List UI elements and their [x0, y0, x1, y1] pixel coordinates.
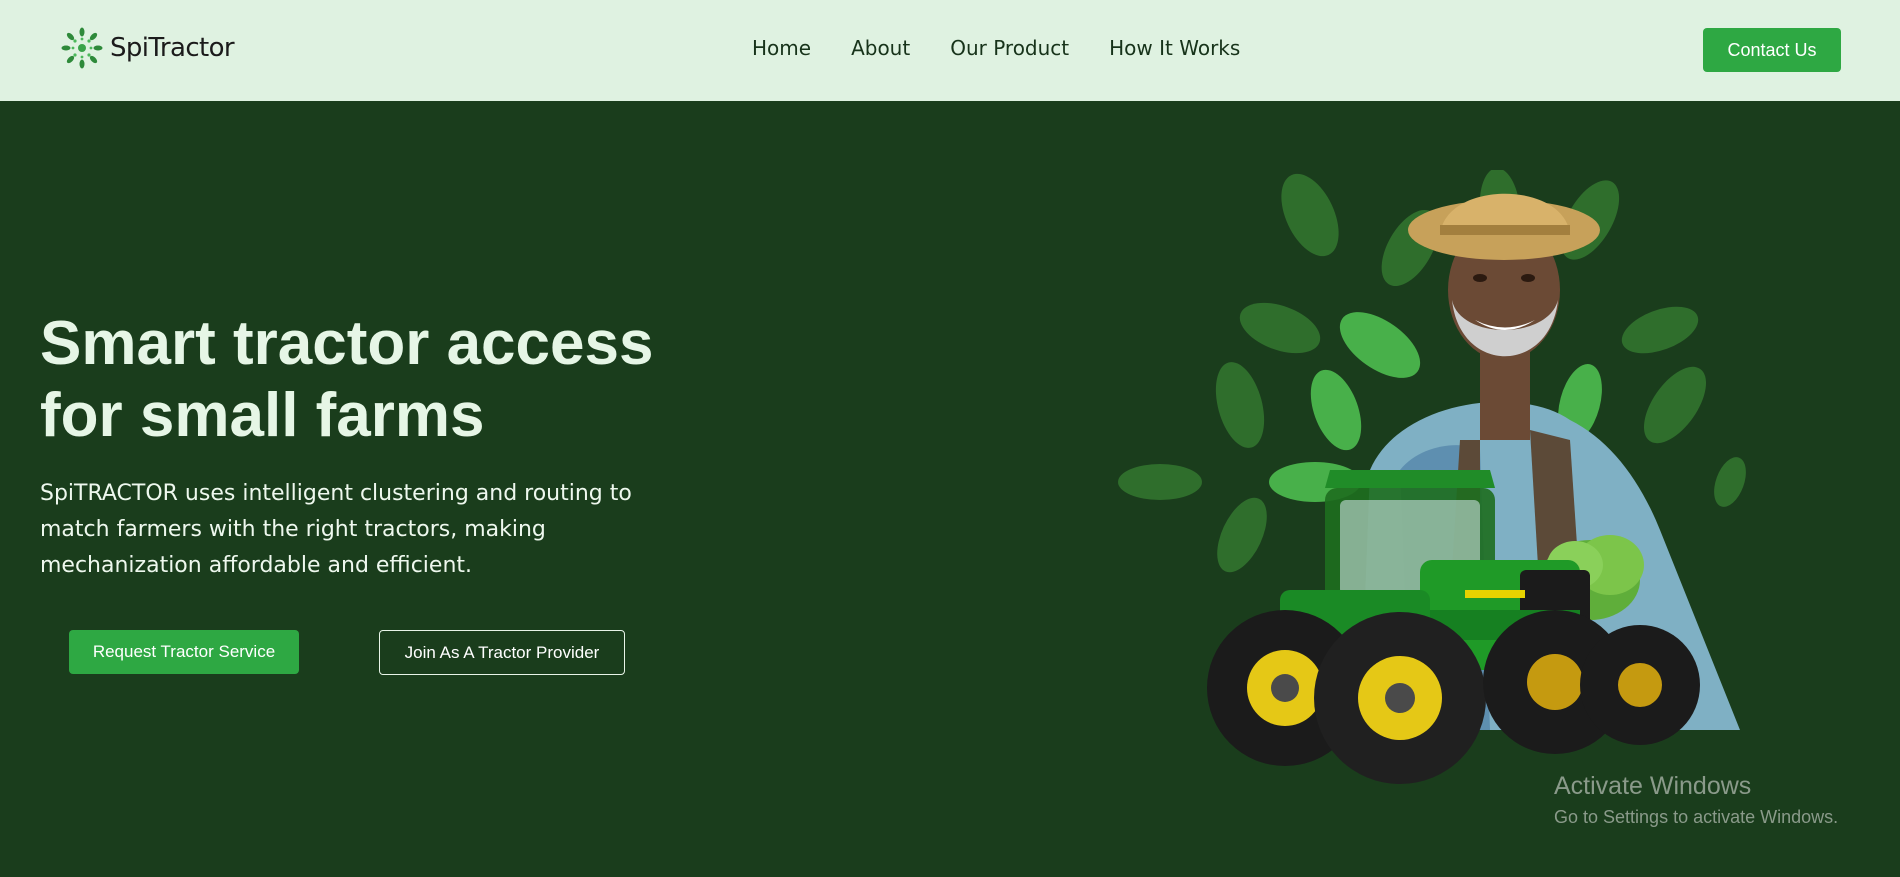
nav-about[interactable]: About [851, 36, 910, 60]
request-tractor-service-button[interactable]: Request Tractor Service [69, 630, 299, 674]
site-header: SpiTractor Home About Our Product How It… [0, 0, 1900, 101]
farmer-tractor-illustration [1118, 170, 1746, 784]
hero-title-line-1: Smart tractor access [40, 309, 654, 378]
nav-how-it-works[interactable]: How It Works [1109, 36, 1240, 60]
nav-home[interactable]: Home [752, 36, 811, 60]
join-as-tractor-provider-button[interactable]: Join As A Tractor Provider [379, 630, 625, 675]
main-nav: Home About Our Product How It Works [752, 36, 1280, 60]
watermark-title: Activate Windows [1554, 772, 1752, 800]
nav-our-product[interactable]: Our Product [950, 36, 1069, 60]
watermark-subtitle: Go to Settings to activate Windows. [1554, 807, 1839, 827]
contact-us-button[interactable]: Contact Us [1703, 28, 1841, 72]
hero-description: SpiTRACTOR uses intelligent clustering a… [40, 481, 632, 578]
brand-logo[interactable]: SpiTractor [60, 26, 235, 70]
leaf-wreath-icon [61, 27, 103, 69]
hero-title-line-2: for small farms [40, 381, 485, 450]
brand-name: SpiTractor [110, 33, 235, 63]
windows-activation-watermark: Activate Windows Go to Settings to activ… [1554, 772, 1838, 828]
hero-title: Smart tractor access for small farms [40, 308, 740, 452]
